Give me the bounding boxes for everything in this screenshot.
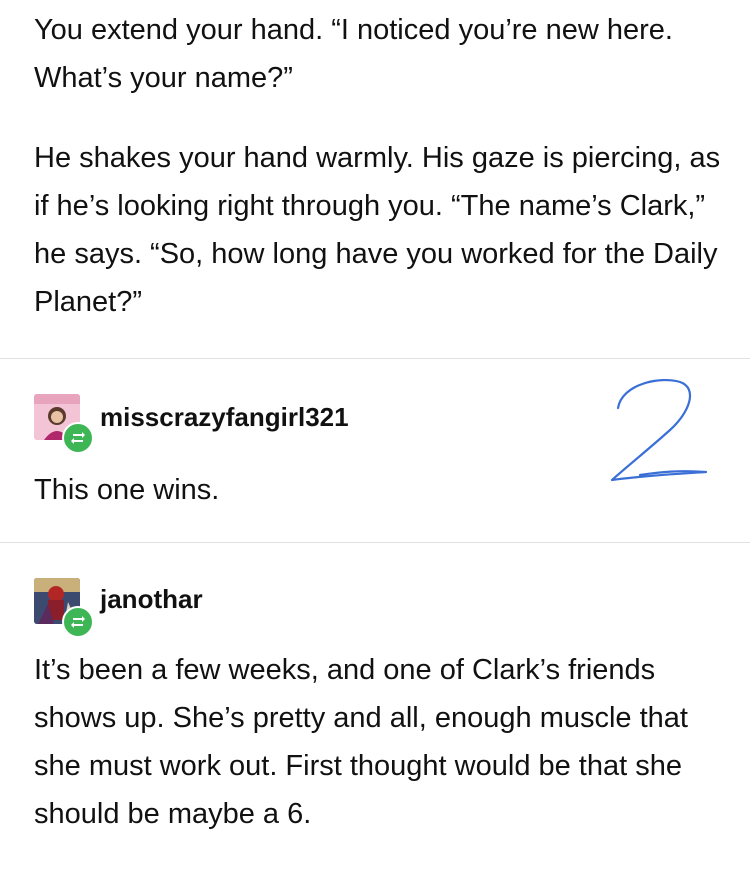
reblog-badge	[62, 422, 94, 454]
post-paragraph-1: You extend your hand. “I noticed you’re …	[34, 14, 673, 94]
post-paragraph-2: He shakes your hand warmly. His gaze is …	[34, 142, 721, 318]
reblog-badge	[62, 606, 94, 638]
reblog-icon	[71, 616, 85, 628]
handwritten-number-icon	[610, 378, 708, 482]
reblog-divider	[0, 542, 750, 543]
reblog-divider	[0, 358, 750, 359]
reblog-text: It’s been a few weeks, and one of Clark’…	[34, 654, 688, 830]
reblog-username[interactable]: misscrazyfangirl321	[100, 402, 349, 432]
reblog-icon	[71, 432, 85, 444]
reblog-username[interactable]: janothar	[100, 584, 203, 614]
